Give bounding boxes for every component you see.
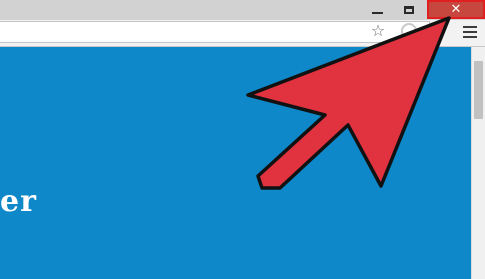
address-bar[interactable] xyxy=(0,21,430,43)
close-button[interactable]: ✕ xyxy=(427,0,485,19)
extension-icon[interactable] xyxy=(401,23,417,39)
close-icon: ✕ xyxy=(450,2,462,17)
restore-button[interactable] xyxy=(393,0,425,19)
minimize-button[interactable] xyxy=(363,0,391,19)
page-heading-fragment: er xyxy=(0,184,37,219)
browser-toolbar: ☆ xyxy=(0,20,485,47)
restore-icon xyxy=(404,5,414,14)
scrollbar-thumb[interactable] xyxy=(474,61,483,119)
title-bar: ✕ xyxy=(0,0,485,21)
page-content: er xyxy=(0,47,471,279)
star-icon[interactable]: ☆ xyxy=(368,21,388,41)
browser-window: ✕ ☆ er xyxy=(0,0,485,279)
hamburger-menu-icon[interactable] xyxy=(463,26,477,38)
vertical-scrollbar[interactable] xyxy=(471,47,485,279)
minimize-icon xyxy=(371,12,383,14)
